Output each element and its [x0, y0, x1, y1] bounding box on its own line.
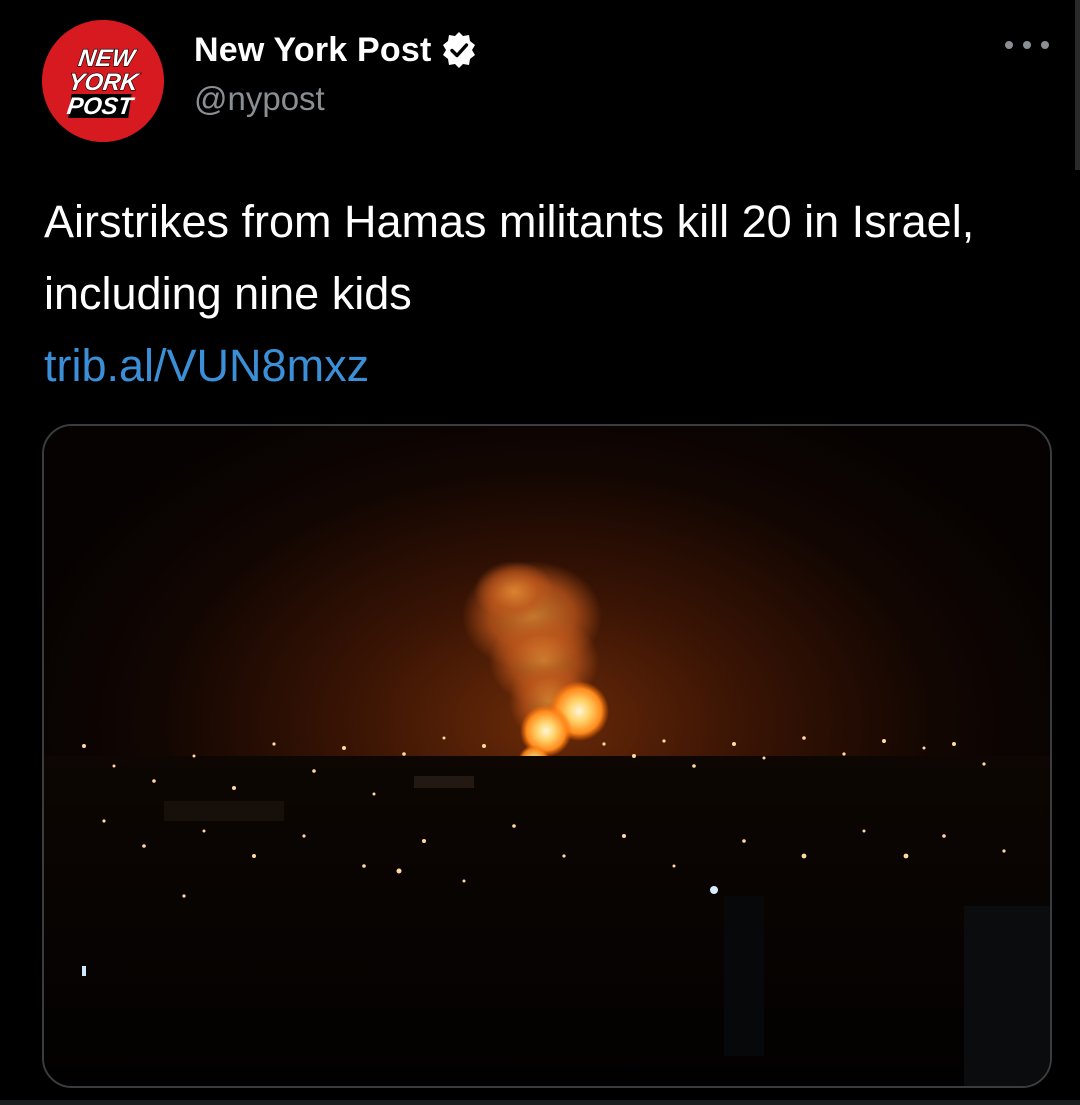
svg-text:NEW: NEW: [77, 45, 139, 72]
explosion-photo: [44, 426, 1050, 1086]
handle[interactable]: @nypost: [194, 80, 325, 118]
divider: [0, 1100, 1080, 1105]
tweet-card[interactable]: NEW YORK POST New York Post @nypost Airs…: [0, 0, 1080, 1105]
avatar[interactable]: NEW YORK POST: [42, 20, 164, 142]
display-name[interactable]: New York Post: [194, 31, 432, 70]
tweet-media-photo[interactable]: [42, 424, 1052, 1088]
more-options-icon[interactable]: [1005, 30, 1049, 60]
author-name-row[interactable]: New York Post: [194, 28, 478, 72]
new-york-post-logo: NEW YORK POST: [42, 20, 164, 142]
verified-badge-icon: [440, 31, 478, 69]
tweet-link[interactable]: trib.al/VUN8mxz: [44, 330, 369, 402]
svg-text:YORK: YORK: [67, 69, 142, 96]
svg-text:POST: POST: [65, 93, 136, 120]
scrollbar[interactable]: [1075, 0, 1080, 170]
tweet-text: Airstrikes from Hamas militants kill 20 …: [44, 196, 975, 319]
